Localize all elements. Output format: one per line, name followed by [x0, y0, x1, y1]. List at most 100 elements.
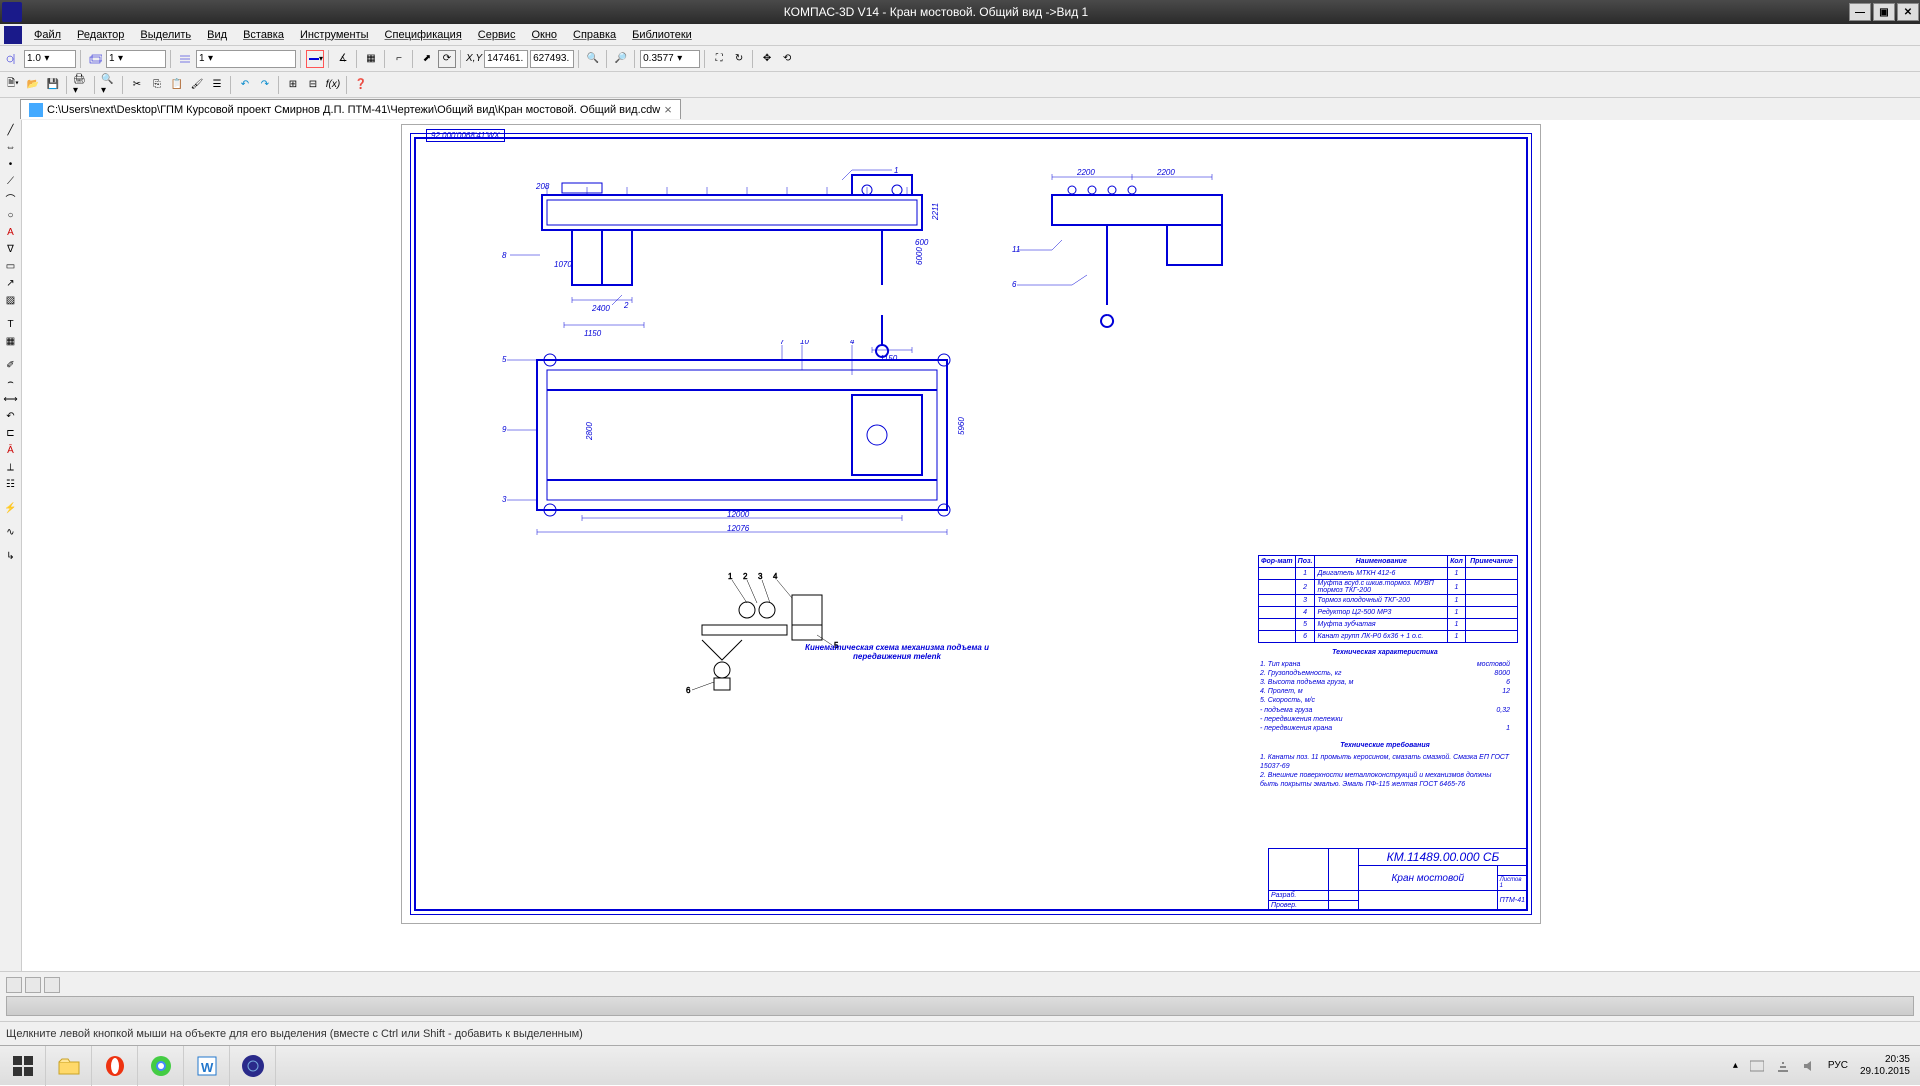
chevron-down-icon[interactable]: ▾ — [41, 53, 53, 64]
lib1-icon[interactable]: ⊞ — [284, 76, 302, 94]
tool-param[interactable]: ⚡ — [2, 500, 20, 516]
word-button[interactable]: W — [184, 1046, 230, 1086]
tool-line[interactable]: ⟋ — [2, 173, 20, 189]
chrome-button[interactable] — [138, 1046, 184, 1086]
menu-editor[interactable]: Редактор — [69, 27, 132, 43]
close-tab-icon[interactable]: × — [664, 102, 672, 117]
tool-leader[interactable]: ↗ — [2, 275, 20, 291]
refresh-icon[interactable]: ↻ — [730, 50, 748, 68]
menu-tools[interactable]: Инструменты — [292, 27, 377, 43]
tool-a[interactable]: Ā — [2, 442, 20, 458]
tool-hatch[interactable]: ▨ — [2, 292, 20, 308]
style-combo[interactable]: 1▾ — [196, 50, 296, 68]
grid-icon[interactable]: ▦ — [362, 50, 380, 68]
cmd-stop-icon[interactable] — [6, 977, 22, 993]
opera-button[interactable] — [92, 1046, 138, 1086]
network-icon[interactable] — [1776, 1059, 1790, 1073]
tool-insert[interactable]: ↳ — [2, 548, 20, 564]
lib2-icon[interactable]: ⊟ — [304, 76, 322, 94]
zoom-out-icon[interactable]: 🔎 — [612, 50, 630, 68]
cmd-auto-icon[interactable] — [44, 977, 60, 993]
tool-textblock[interactable]: T — [2, 316, 20, 332]
maximize-button[interactable]: ▣ — [1873, 3, 1895, 21]
zoom-in-icon[interactable]: 🔍 — [584, 50, 602, 68]
fx-icon[interactable]: f(x) — [324, 76, 342, 94]
line-style-pick[interactable]: ▾ — [306, 50, 324, 68]
lang-indicator[interactable]: РУС — [1828, 1060, 1848, 1071]
tab-pin-icon[interactable] — [4, 101, 20, 117]
tool-circle[interactable]: ○ — [2, 207, 20, 223]
preview-icon[interactable]: 🔍▾ — [100, 76, 118, 94]
linestyle-icon[interactable] — [176, 50, 194, 68]
save-icon[interactable]: 💾 — [44, 76, 62, 94]
svg-text:W: W — [201, 1060, 214, 1075]
menu-help[interactable]: Справка — [565, 27, 624, 43]
undo-icon[interactable]: ↶ — [236, 76, 254, 94]
menu-select[interactable]: Выделить — [132, 27, 199, 43]
snap-icon[interactable]: ⌐ — [390, 50, 408, 68]
ortho-icon[interactable]: ⬈ — [418, 50, 436, 68]
tool-edit[interactable]: ✐ — [2, 357, 20, 373]
tool-fillet[interactable]: ⌢ — [2, 374, 20, 390]
volume-icon[interactable] — [1802, 1059, 1816, 1073]
tool-break[interactable]: ⊏ — [2, 425, 20, 441]
tool-dim[interactable]: ⇔ — [2, 139, 20, 155]
redo-icon[interactable]: ↷ — [256, 76, 274, 94]
fit-icon[interactable]: ⛶ — [710, 50, 728, 68]
tool-symmetry[interactable]: ⟷ — [2, 391, 20, 407]
help-icon[interactable]: ❓ — [352, 76, 370, 94]
tool-table[interactable]: ▦ — [2, 333, 20, 349]
chevron-down-icon[interactable]: ▾ — [674, 53, 686, 64]
para-icon[interactable] — [4, 50, 22, 68]
format-icon[interactable]: 🖌 — [188, 76, 206, 94]
copy-icon[interactable]: ⎘ — [148, 76, 166, 94]
chevron-down-icon[interactable]: ▾ — [115, 53, 127, 64]
menu-window[interactable]: Окно — [523, 27, 565, 43]
clock[interactable]: 20:35 29.10.2015 — [1860, 1054, 1910, 1078]
menu-spec[interactable]: Спецификация — [377, 27, 470, 43]
flag-icon[interactable] — [1750, 1059, 1764, 1073]
tool-undo[interactable]: ↶ — [2, 408, 20, 424]
tool-geometry[interactable]: ╱ — [2, 122, 20, 138]
menu-insert[interactable]: Вставка — [235, 27, 292, 43]
angle-icon[interactable]: ∡ — [334, 50, 352, 68]
cmd-ok-icon[interactable] — [25, 977, 41, 993]
coord-x-input[interactable] — [484, 50, 528, 68]
pan-icon[interactable]: ✥ — [758, 50, 776, 68]
menu-libs[interactable]: Библиотеки — [624, 27, 700, 43]
explorer-button[interactable] — [46, 1046, 92, 1086]
tool-text[interactable]: A — [2, 224, 20, 240]
document-tab[interactable]: C:\Users\next\Desktop\ГПМ Курсовой проек… — [20, 99, 681, 119]
layer-icon[interactable] — [86, 50, 104, 68]
menu-view[interactable]: Вид — [199, 27, 235, 43]
open-icon[interactable]: 📂 — [24, 76, 42, 94]
zoom-combo[interactable]: 0.3577▾ — [640, 50, 700, 68]
tray-up-icon[interactable]: ▴ — [1733, 1060, 1738, 1071]
rotate-icon[interactable]: ⟲ — [778, 50, 796, 68]
coord-y-input[interactable] — [530, 50, 574, 68]
drawing-canvas[interactable]: 92.000'0068'41'WX 2400 1150 — [22, 120, 1920, 971]
tool-rough[interactable]: ∇ — [2, 241, 20, 257]
new-icon[interactable]: 🗎▾ — [4, 76, 22, 94]
tool-spline[interactable]: ∿ — [2, 524, 20, 540]
close-button[interactable]: ✕ — [1897, 3, 1919, 21]
scale-combo[interactable]: 1.0▾ — [24, 50, 76, 68]
layer-combo[interactable]: 1▾ — [106, 50, 166, 68]
minimize-button[interactable]: — — [1849, 3, 1871, 21]
start-button[interactable] — [0, 1046, 46, 1086]
cut-icon[interactable]: ✂ — [128, 76, 146, 94]
chevron-down-icon[interactable]: ▾ — [205, 53, 217, 64]
tool-mark[interactable]: ▭ — [2, 258, 20, 274]
menu-service[interactable]: Сервис — [470, 27, 524, 43]
tool-measure[interactable]: ⟂ — [2, 459, 20, 475]
paste-icon[interactable]: 📋 — [168, 76, 186, 94]
print-icon[interactable]: 🖨▾ — [72, 76, 90, 94]
command-input[interactable] — [6, 996, 1914, 1016]
tool-spec[interactable]: ☷ — [2, 476, 20, 492]
round-icon[interactable]: ⟳ — [438, 50, 456, 68]
tool-point[interactable]: • — [2, 156, 20, 172]
props-icon[interactable]: ☰ — [208, 76, 226, 94]
tool-arc[interactable]: ⌒ — [2, 190, 20, 206]
menu-file[interactable]: Файл — [26, 27, 69, 43]
kompas-button[interactable] — [230, 1046, 276, 1086]
